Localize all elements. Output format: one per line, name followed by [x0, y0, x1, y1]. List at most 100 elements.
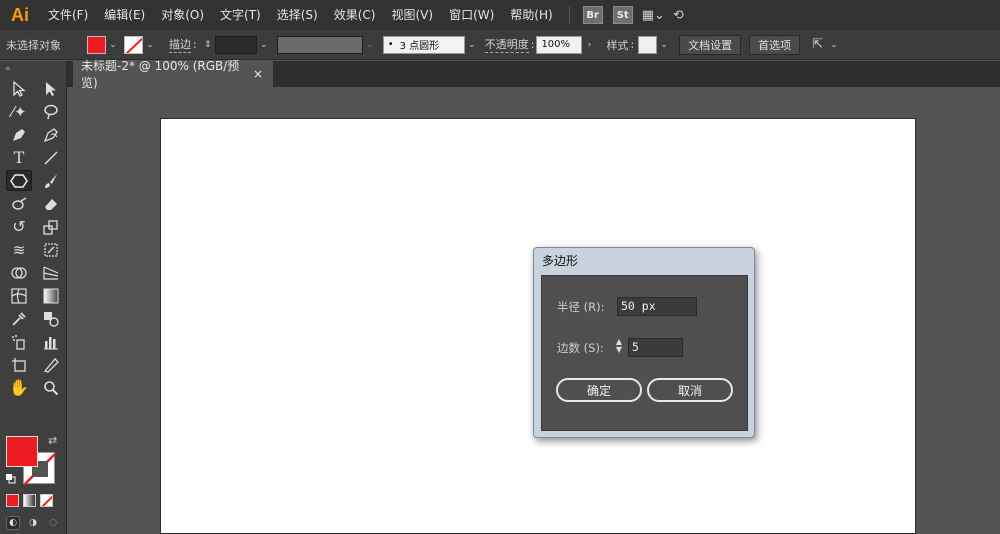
gradient-mode-button[interactable] — [23, 494, 36, 507]
menu-help[interactable]: 帮助(H) — [502, 0, 560, 30]
draw-inside-icon[interactable]: ○ — [46, 516, 60, 530]
menu-object[interactable]: 对象(O) — [153, 0, 212, 30]
hand-tool-icon[interactable]: ✋ — [6, 377, 32, 398]
line-tool-icon[interactable] — [38, 147, 64, 168]
column-graph-tool-icon[interactable] — [38, 331, 64, 352]
bridge-button[interactable]: Br — [582, 6, 603, 24]
menu-select[interactable]: 选择(S) — [269, 0, 326, 30]
ok-button[interactable]: 确定 — [556, 378, 642, 402]
opacity-label[interactable]: 不透明度 — [484, 36, 529, 53]
menu-file[interactable]: 文件(F) — [40, 0, 96, 30]
scale-tool-icon[interactable] — [38, 216, 64, 237]
free-transform-tool-icon[interactable] — [38, 239, 64, 260]
zoom-tool-icon[interactable] — [38, 377, 64, 398]
width-tool-icon[interactable]: ≋ — [6, 239, 32, 260]
mesh-tool-icon[interactable] — [6, 285, 32, 306]
brush-value: 3 点圆形 — [399, 41, 440, 52]
stroke-dropdown-icon[interactable]: ⌄ — [143, 36, 157, 54]
gpu-performance-icon[interactable]: ⟲ — [673, 8, 684, 23]
artboard-tool-icon[interactable] — [6, 354, 32, 375]
control-menu-icon[interactable]: ⌄ — [827, 36, 841, 54]
profile-dropdown-icon[interactable]: ⌄ — [363, 36, 377, 54]
default-fill-stroke-icon[interactable] — [6, 474, 16, 484]
pen-tool-icon[interactable] — [6, 124, 32, 145]
eyedropper-tool-icon[interactable] — [6, 308, 32, 329]
menu-separator — [568, 6, 570, 24]
gradient-tool-icon[interactable] — [38, 285, 64, 306]
style-dropdown-icon[interactable]: ⌄ — [657, 36, 671, 54]
document-tab[interactable]: 未标题-2* @ 100% (RGB/预览) × — [73, 59, 273, 90]
color-mode-button[interactable] — [6, 494, 19, 507]
document-tab-strip: 未标题-2* @ 100% (RGB/预览) × — [67, 59, 1000, 90]
swap-fill-stroke-icon[interactable]: ⇄ — [48, 434, 57, 447]
curvature-tool-icon[interactable] — [38, 124, 64, 145]
paintbrush-tool-icon[interactable] — [38, 170, 64, 191]
polygon-tool-icon[interactable] — [6, 170, 32, 191]
draw-normal-icon[interactable]: ◐ — [6, 516, 20, 530]
direct-selection-tool-icon[interactable] — [38, 78, 64, 99]
symbol-sprayer-tool-icon[interactable] — [6, 331, 32, 352]
align-options-icon[interactable]: ⇱ — [812, 37, 823, 52]
sides-stepper[interactable]: ▲ ▼ — [614, 338, 624, 357]
draw-mode-buttons: ◐ ◑ ○ — [6, 516, 60, 530]
style-colon: : — [630, 38, 635, 51]
radius-label: 半径 (R): — [557, 300, 605, 314]
dialog-body: 半径 (R): 50 px 边数 (S): ▲ ▼ 5 确定 取消 — [541, 275, 748, 431]
shape-builder-tool-icon[interactable] — [6, 262, 32, 283]
brush-definition[interactable]: • 3 点圆形 — [382, 35, 465, 54]
radius-input[interactable]: 50 px — [617, 297, 697, 316]
arrange-documents-icon[interactable]: ▦⌄ — [642, 8, 665, 23]
stroke-colon: : — [193, 38, 197, 51]
perspective-grid-tool-icon[interactable] — [38, 262, 64, 283]
menu-view[interactable]: 视图(V) — [383, 0, 441, 30]
color-mode-buttons — [6, 494, 53, 507]
sides-label: 边数 (S): — [557, 341, 604, 355]
opacity-colon: : — [530, 38, 535, 51]
fill-color-swatch[interactable] — [87, 35, 106, 54]
blend-tool-icon[interactable] — [38, 308, 64, 329]
document-setup-button[interactable]: 文档设置 — [679, 34, 742, 55]
slice-tool-icon[interactable] — [38, 354, 64, 375]
selection-status: 未选择对象 — [6, 38, 61, 52]
type-tool-icon[interactable]: T — [6, 147, 32, 168]
selection-tool-icon[interactable] — [6, 78, 32, 99]
lasso-tool-icon[interactable] — [38, 101, 64, 122]
stroke-weight-input[interactable] — [214, 35, 257, 54]
opacity-input[interactable]: 100% — [536, 35, 583, 54]
menu-bar: Ai 文件(F) 编辑(E) 对象(O) 文字(T) 选择(S) 效果(C) 视… — [0, 0, 1000, 30]
brush-dropdown-icon[interactable]: ⌄ — [465, 36, 479, 54]
eraser-tool-icon[interactable] — [38, 193, 64, 214]
variable-width-profile[interactable] — [276, 35, 363, 54]
polygon-dialog: 多边形 半径 (R): 50 px 边数 (S): ▲ ▼ 5 确定 取消 — [533, 247, 755, 438]
none-mode-button[interactable] — [40, 494, 53, 507]
close-icon[interactable]: × — [253, 67, 263, 81]
rotate-tool-icon[interactable]: ↺ — [6, 216, 32, 237]
cancel-button[interactable]: 取消 — [647, 378, 733, 402]
dialog-title: 多边形 — [542, 254, 579, 268]
draw-behind-icon[interactable]: ◑ — [26, 516, 40, 530]
menu-window[interactable]: 窗口(W) — [441, 0, 502, 30]
fill-stroke-widget: ⇄ — [6, 434, 60, 488]
style-label: 样式 — [606, 38, 629, 52]
graphic-style-swatch[interactable] — [638, 35, 658, 54]
control-bar: 未选择对象 ⌄ ⌄ 描边 : ⇕ ⌄ ⌄ • 3 点圆形 ⌄ 不透明度 : 10… — [0, 30, 1000, 60]
stroke-label[interactable]: 描边 — [169, 36, 191, 53]
menu-type[interactable]: 文字(T) — [212, 0, 269, 30]
magic-wand-tool-icon[interactable]: ⁄✦ — [6, 101, 32, 122]
sides-input[interactable]: 5 — [628, 338, 683, 357]
fill-swatch[interactable] — [6, 436, 38, 467]
opacity-arrow-icon[interactable]: › — [582, 36, 596, 54]
stroke-weight-dropdown-icon[interactable]: ⌄ — [257, 36, 271, 54]
brush-dot-icon: • — [387, 39, 394, 50]
tools-panel: « ⁄✦ T ↺ ≋ ✋ ⇄ ◐ ◑ ○ — [0, 61, 67, 534]
fill-dropdown-icon[interactable]: ⌄ — [106, 36, 120, 54]
preferences-button[interactable]: 首选项 — [749, 34, 801, 55]
stroke-color-swatch[interactable] — [124, 35, 143, 54]
menu-edit[interactable]: 编辑(E) — [96, 0, 153, 30]
stroke-weight-stepper[interactable]: ⇕ — [201, 36, 215, 54]
app-logo: Ai — [11, 4, 29, 25]
stock-button[interactable]: St — [612, 6, 633, 24]
toolbar-collapse-icon[interactable]: « — [0, 61, 66, 77]
shaper-tool-icon[interactable] — [6, 193, 32, 214]
menu-effect[interactable]: 效果(C) — [326, 0, 384, 30]
